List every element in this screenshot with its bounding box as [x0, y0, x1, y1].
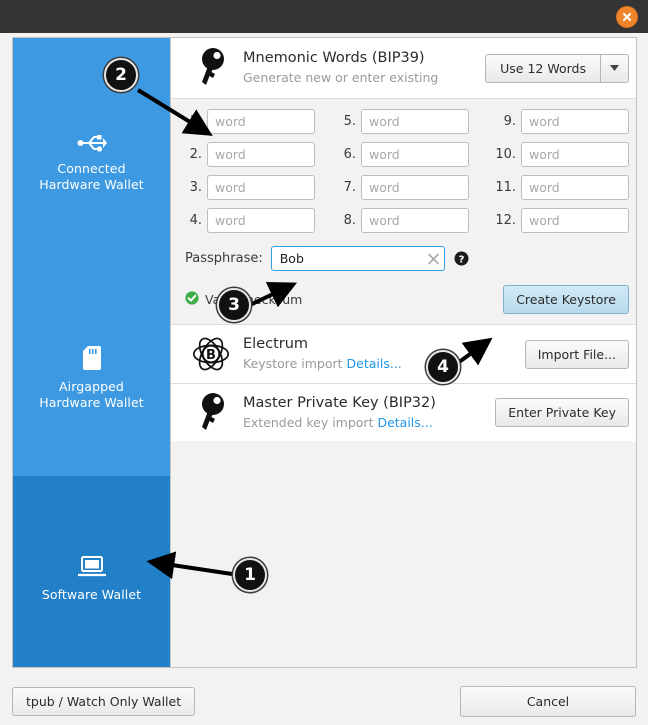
mnemonic-word-12-input[interactable] [521, 208, 629, 233]
use-12-words-button[interactable]: Use 12 Words [485, 53, 600, 83]
sidebar-item-connected-hardware-wallet[interactable]: Connected Hardware Wallet [13, 126, 170, 206]
passphrase-label: Passphrase: [185, 251, 263, 266]
valid-check-icon [185, 290, 199, 309]
word-number: 9. [503, 114, 516, 129]
electrum-section: B Electrum Keystore import Details... Im… [171, 325, 636, 383]
use-words-dropdown-button[interactable] [600, 53, 629, 83]
word-number: 5. [343, 114, 356, 129]
create-keystore-button[interactable]: Create Keystore [503, 285, 629, 314]
svg-text:?: ? [458, 254, 464, 265]
enter-private-key-button[interactable]: Enter Private Key [495, 398, 629, 427]
callout-2: 2 [104, 58, 138, 92]
mnemonic-word-1-input[interactable] [207, 109, 315, 134]
sidebar-item-label-2: Hardware Wallet [39, 177, 144, 192]
electrum-icon: B [185, 335, 237, 373]
mnemonic-word-5-input[interactable] [361, 109, 469, 134]
callout-3: 3 [217, 288, 251, 322]
electrum-subtitle: Keystore import [243, 356, 343, 371]
mnemonic-word-2-input[interactable] [207, 142, 315, 167]
word-number: 3. [189, 180, 202, 195]
mnemonic-word-10-input[interactable] [521, 142, 629, 167]
master-key-text-block: Master Private Key (BIP32) Extended key … [237, 394, 495, 432]
dialog-footer: tpub / Watch Only Wallet Cancel [0, 677, 648, 725]
close-icon [622, 12, 632, 22]
mnemonic-word-6-input[interactable] [361, 142, 469, 167]
word-number: 4. [189, 213, 202, 228]
svg-text:B: B [206, 348, 216, 363]
tpub-watch-only-wallet-button[interactable]: tpub / Watch Only Wallet [12, 687, 196, 716]
word-number: 2. [189, 147, 202, 162]
wallet-type-sidebar: Connected Hardware Wallet Airgapped Hard… [13, 38, 170, 667]
sidebar-item-software-wallet[interactable]: Software Wallet [13, 476, 170, 667]
close-button[interactable] [616, 6, 638, 28]
mnemonic-word-4-input[interactable] [207, 208, 315, 233]
sidebar-item-label-2: Hardware Wallet [39, 395, 144, 410]
wallet-import-dialog: Connected Hardware Wallet Airgapped Hard… [0, 33, 648, 725]
clear-x-icon[interactable] [427, 253, 439, 264]
mnemonic-subtitle: Generate new or enter existing [243, 70, 439, 85]
master-private-key-section: Master Private Key (BIP32) Extended key … [171, 383, 636, 441]
mnemonic-section-header: Mnemonic Words (BIP39) Generate new or e… [171, 38, 636, 98]
master-key-subtitle: Extended key import [243, 414, 374, 430]
sidebar-item-label: Software Wallet [41, 587, 142, 602]
laptop-icon [76, 556, 107, 582]
master-key-details-link[interactable]: Details... [377, 415, 432, 430]
master-key-subtitle-row: Extended key import Details... [243, 414, 495, 432]
sidebar-item-airgapped-hardware-wallet[interactable]: Airgapped Hardware Wallet [13, 338, 170, 418]
callout-4: 4 [426, 350, 460, 384]
mnemonic-word-3-input[interactable] [207, 175, 315, 200]
checksum-status-row: Valid checksum Create Keystore [185, 285, 629, 314]
word-number: 6. [343, 147, 356, 162]
electrum-title: Electrum [243, 336, 309, 352]
cancel-button[interactable]: Cancel [460, 686, 636, 717]
content-frame: Connected Hardware Wallet Airgapped Hard… [12, 37, 637, 668]
passphrase-input[interactable] [270, 246, 445, 271]
usb-icon [77, 134, 107, 156]
mnemonic-word-8-input[interactable] [361, 208, 469, 233]
word-number: 8. [343, 213, 356, 228]
sidebar-item-label: Airgapped [59, 379, 124, 394]
electrum-subtitle-row: Keystore import Details... [243, 355, 525, 373]
word-number: 12. [495, 213, 516, 228]
mnemonic-title: Mnemonic Words (BIP39) [243, 50, 425, 66]
passphrase-input-wrapper [270, 246, 445, 271]
word-number: 1. [189, 114, 202, 129]
use-words-split-button[interactable]: Use 12 Words [485, 53, 629, 83]
import-file-button[interactable]: Import File... [524, 339, 629, 369]
mnemonic-word-11-input[interactable] [521, 175, 629, 200]
sdcard-icon [82, 346, 101, 374]
key-icon [185, 48, 237, 88]
word-number: 7. [343, 180, 356, 195]
mnemonic-word-9-input[interactable] [521, 109, 629, 134]
window-titlebar [0, 0, 648, 33]
mnemonic-word-grid: 1. 5. 9. 2. 6. 10. 3. [185, 109, 629, 233]
callout-1: 1 [233, 558, 267, 592]
passphrase-row: Passphrase: ? [185, 246, 629, 271]
electrum-details-link[interactable]: Details... [347, 356, 402, 371]
mnemonic-word-7-input[interactable] [361, 175, 469, 200]
main-panel-empty-area [171, 441, 636, 667]
chevron-down-icon [610, 65, 619, 71]
sidebar-item-label: Connected [57, 161, 126, 176]
electrum-text-block: Electrum Keystore import Details... [237, 335, 525, 373]
mnemonic-text-block: Mnemonic Words (BIP39) Generate new or e… [237, 49, 485, 87]
key-icon [185, 392, 237, 433]
master-key-title: Master Private Key (BIP32) [243, 394, 436, 411]
word-number: 10. [495, 147, 516, 162]
word-number: 11. [495, 180, 516, 195]
help-icon[interactable]: ? [454, 251, 469, 266]
